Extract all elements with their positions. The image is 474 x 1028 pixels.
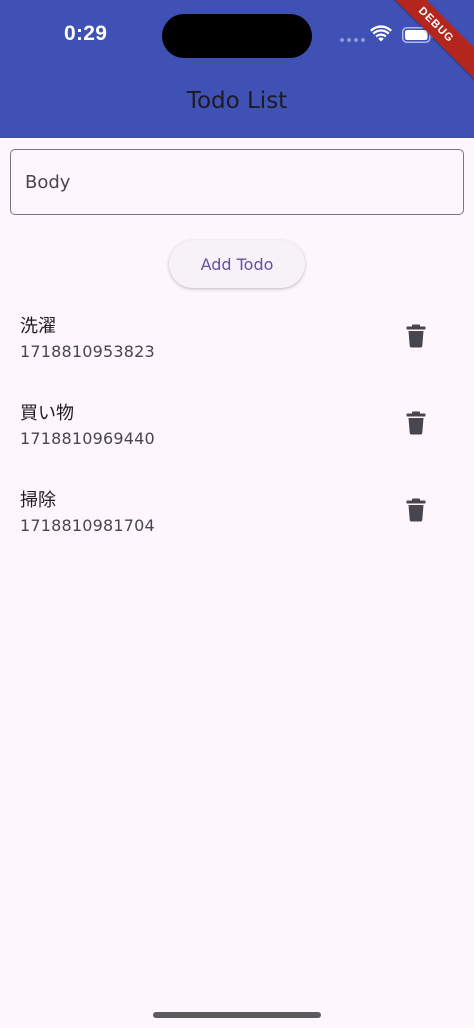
todo-timestamp: 1718810953823 bbox=[20, 342, 155, 361]
delete-button[interactable] bbox=[396, 316, 436, 356]
todo-timestamp: 1718810969440 bbox=[20, 429, 155, 448]
wifi-icon bbox=[370, 25, 392, 42]
trash-icon bbox=[406, 411, 426, 435]
add-todo-button[interactable]: Add Todo bbox=[169, 240, 305, 288]
delete-button[interactable] bbox=[396, 490, 436, 530]
trash-icon bbox=[406, 324, 426, 348]
todo-title: 掃除 bbox=[20, 490, 56, 511]
todo-title: 洗濯 bbox=[20, 316, 56, 337]
app-bar: 0:29 DEBUG Todo List bbox=[0, 0, 474, 138]
todo-timestamp: 1718810981704 bbox=[20, 516, 155, 535]
trash-icon bbox=[406, 498, 426, 522]
page-title: Todo List bbox=[186, 88, 288, 114]
dynamic-island bbox=[162, 14, 312, 58]
todo-item[interactable]: 買い物 1718810969440 bbox=[0, 389, 474, 476]
body-input[interactable] bbox=[10, 149, 464, 215]
status-time: 0:29 bbox=[64, 22, 108, 45]
cellular-signal-icon bbox=[340, 38, 365, 42]
todo-list: 洗濯 1718810953823 買い物 1718810969440 掃除 17… bbox=[0, 302, 474, 563]
delete-button[interactable] bbox=[396, 403, 436, 443]
todo-title: 買い物 bbox=[20, 403, 74, 424]
todo-item[interactable]: 洗濯 1718810953823 bbox=[0, 302, 474, 389]
home-indicator[interactable] bbox=[153, 1012, 321, 1018]
todo-item[interactable]: 掃除 1718810981704 bbox=[0, 476, 474, 563]
